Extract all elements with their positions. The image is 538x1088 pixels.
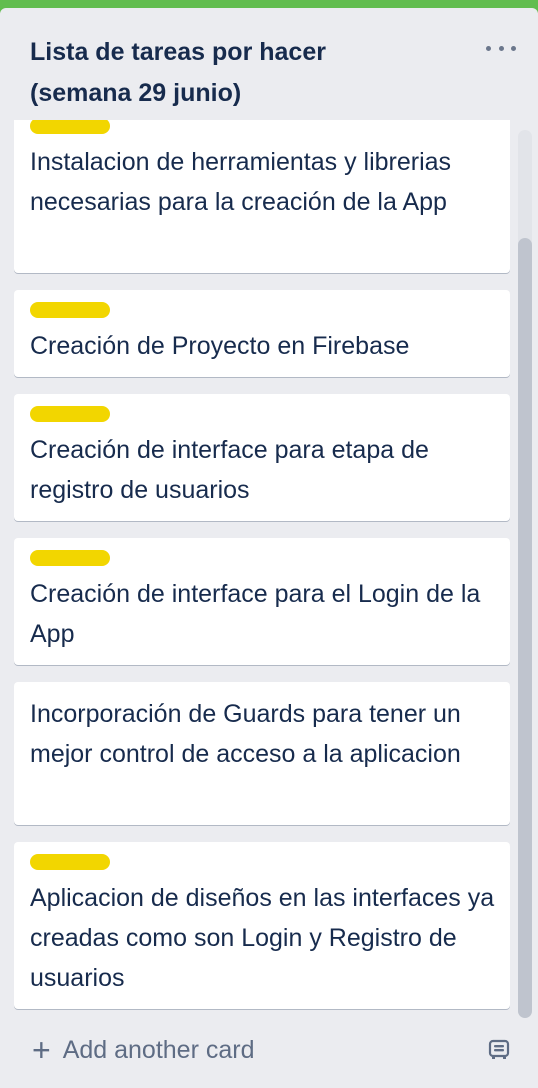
list-title-line-2: (semana 29 junio) xyxy=(30,79,242,107)
card-label-yellow xyxy=(30,406,110,422)
card[interactable]: Creación de interface para etapa de regi… xyxy=(14,394,510,521)
add-another-card-button[interactable]: + Add another card xyxy=(32,1030,254,1070)
more-horizontal-icon[interactable] xyxy=(486,36,516,60)
card[interactable]: Creación de Proyecto en Firebase xyxy=(14,290,510,377)
card-label-yellow xyxy=(30,120,110,134)
card-list: Instalacion de herramientas y librerias … xyxy=(14,120,510,1018)
scrollbar-thumb[interactable] xyxy=(518,238,532,1018)
card[interactable]: Instalacion de herramientas y librerias … xyxy=(14,120,510,273)
card-title: Aplicacion de diseños en las interfaces … xyxy=(30,884,495,992)
card-title: Creación de interface para el Login de l… xyxy=(30,580,481,648)
card-label-yellow xyxy=(30,302,110,318)
list-title[interactable]: Lista de tareas por hacer (semana 29 jun… xyxy=(30,32,450,114)
add-another-card-label: Add another card xyxy=(62,1035,255,1064)
card-label-yellow xyxy=(30,854,110,870)
card-label-yellow xyxy=(30,550,110,566)
scrollbar-track[interactable] xyxy=(518,130,532,1018)
card[interactable]: Creación de interface para el Login de l… xyxy=(14,538,510,665)
card[interactable]: Aplicacion de diseños en las interfaces … xyxy=(14,842,510,1009)
card-template-icon[interactable] xyxy=(488,1038,510,1060)
card[interactable]: Incorporación de Guards para tener un me… xyxy=(14,682,510,825)
card-title: Instalacion de herramientas y librerias … xyxy=(30,148,452,216)
card-title: Incorporación de Guards para tener un me… xyxy=(30,700,461,768)
card-title: Creación de Proyecto en Firebase xyxy=(30,332,410,360)
card-title: Creación de interface para etapa de regi… xyxy=(30,436,429,504)
list-title-line-1: Lista de tareas por hacer xyxy=(30,38,326,66)
plus-icon: + xyxy=(32,1032,51,1068)
